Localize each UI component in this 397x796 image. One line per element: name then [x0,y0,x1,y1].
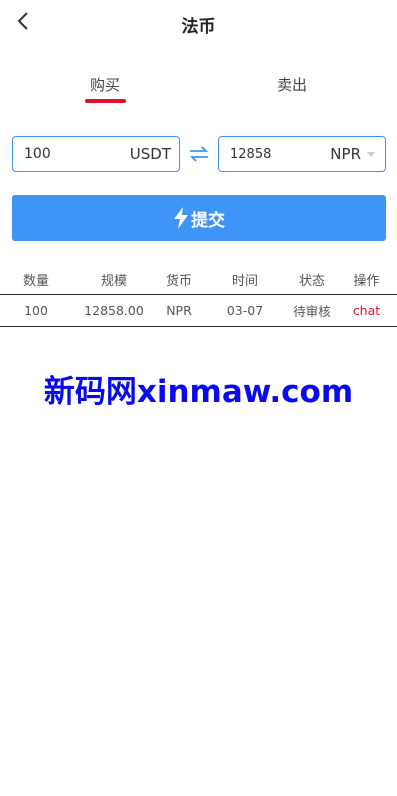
cell-currency: NPR [166,303,192,318]
header-bar: 法币 [0,0,397,46]
converted-value: 12858 [230,146,272,162]
amount-unit: USDT [129,145,171,163]
header-quantity: 数量 [22,273,49,289]
submit-button[interactable]: 提交 [12,195,386,241]
header-action: 操作 [353,273,380,289]
caret-down-icon [367,151,375,157]
swap-arrows-icon[interactable] [188,144,210,164]
orders-table: 数量 规模 货币 时间 状态 操作 100 12858.00 NPR 03-07… [0,264,397,327]
tab-buy[interactable]: 购买 [65,74,145,95]
header-status: 状态 [298,273,325,289]
cell-scale: 12858.00 [84,303,144,318]
lightning-icon [174,207,188,229]
cell-quantity: 100 [24,303,48,318]
cell-time: 03-07 [226,303,264,318]
cell-status: 待审核 [293,304,331,319]
header-time: 时间 [231,273,258,289]
active-tab-indicator [85,99,126,103]
amount-input[interactable]: 100 USDT [12,136,180,172]
trade-tabs: 购买 卖出 [0,64,397,124]
currency-select[interactable]: 12858 NPR [218,136,386,172]
submit-label: 提交 [191,210,225,231]
chat-link[interactable]: chat [336,303,397,318]
header-currency: 货币 [165,273,192,289]
conversion-row: 100 USDT 12858 NPR [12,136,386,174]
table-header: 数量 规模 货币 时间 状态 操作 [0,264,397,295]
tab-sell[interactable]: 卖出 [252,74,332,95]
table-row: 100 12858.00 NPR 03-07 待审核 chat [0,295,397,327]
header-scale: 规模 [100,273,127,289]
amount-value[interactable]: 100 [13,146,130,162]
page-title: 法币 [181,17,216,37]
currency-value: NPR [330,145,361,163]
watermark: 新码网xinmaw.com [43,374,354,410]
